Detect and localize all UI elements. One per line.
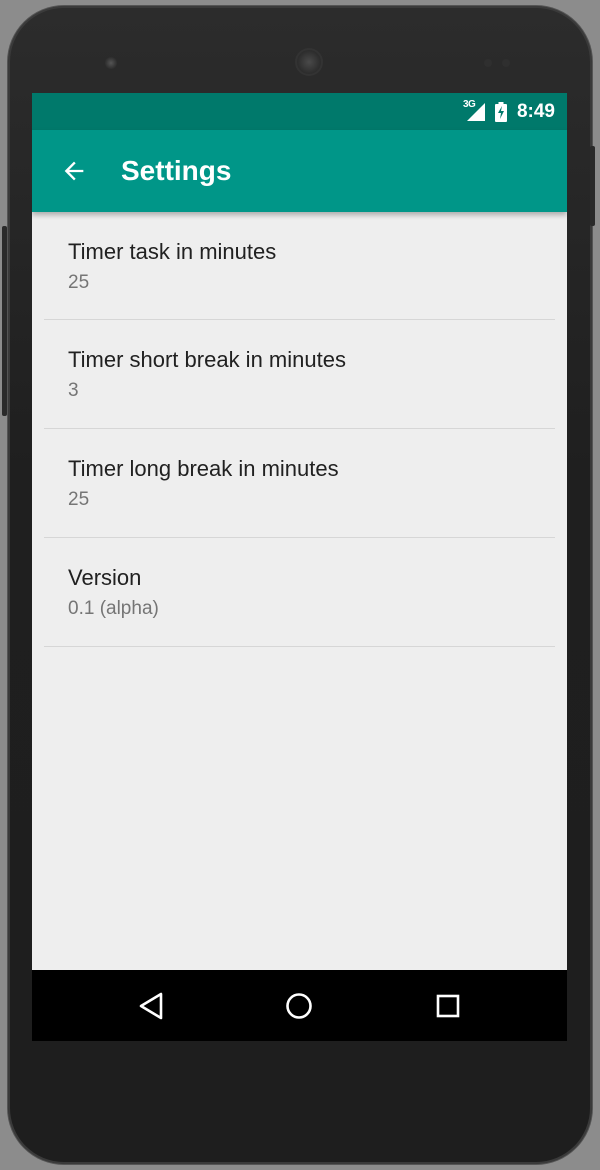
pref-summary: 3 [68, 380, 79, 401]
volume-button [2, 226, 7, 416]
pref-title: Version [68, 565, 142, 590]
status-time: 8:49 [516, 100, 555, 122]
settings-list: Timer task in minutes 25 Timer short bre… [32, 212, 567, 647]
pref-timer-long-break[interactable]: Timer long break in minutes 25 [44, 429, 555, 538]
device-frame-page: 3G 8:49 Settings Timer task in minutes 2… [0, 0, 600, 1170]
cell-signal-icon: 3G [463, 99, 487, 123]
pref-summary: 25 [68, 489, 90, 510]
pref-title: Timer long break in minutes [68, 456, 339, 481]
back-button[interactable] [54, 151, 94, 191]
screen: 3G 8:49 Settings Timer task in minutes 2… [32, 93, 567, 1041]
nav-home-button[interactable] [277, 984, 321, 1028]
pref-timer-short-break[interactable]: Timer short break in minutes 3 [44, 320, 555, 429]
nav-home-circle-icon [286, 993, 312, 1019]
front-camera-icon [105, 57, 117, 69]
nav-back-button[interactable] [129, 984, 173, 1028]
pref-title: Timer task in minutes [68, 239, 277, 264]
nav-recents-square-icon [436, 994, 460, 1018]
nav-recents-button[interactable] [426, 984, 470, 1028]
pref-summary: 0.1 (alpha) [68, 598, 159, 619]
battery-charging-icon [494, 101, 507, 122]
nav-back-triangle-icon [139, 992, 163, 1020]
app-bar: Settings [32, 130, 567, 212]
pref-version[interactable]: Version 0.1 (alpha) [44, 538, 555, 647]
status-bar: 3G 8:49 [32, 93, 567, 130]
page-title: Settings [121, 155, 232, 186]
pref-summary: 25 [68, 272, 90, 293]
power-button [590, 146, 595, 226]
arrow-back-icon [64, 161, 84, 181]
pref-timer-task[interactable]: Timer task in minutes 25 [44, 212, 555, 320]
light-sensor-icon [502, 59, 510, 67]
proximity-sensor-icon [484, 59, 492, 67]
navigation-bar [32, 970, 567, 1041]
earpiece-speaker-icon [295, 48, 323, 76]
pref-title: Timer short break in minutes [68, 347, 346, 372]
status-icons: 3G 8:49 [463, 93, 555, 130]
